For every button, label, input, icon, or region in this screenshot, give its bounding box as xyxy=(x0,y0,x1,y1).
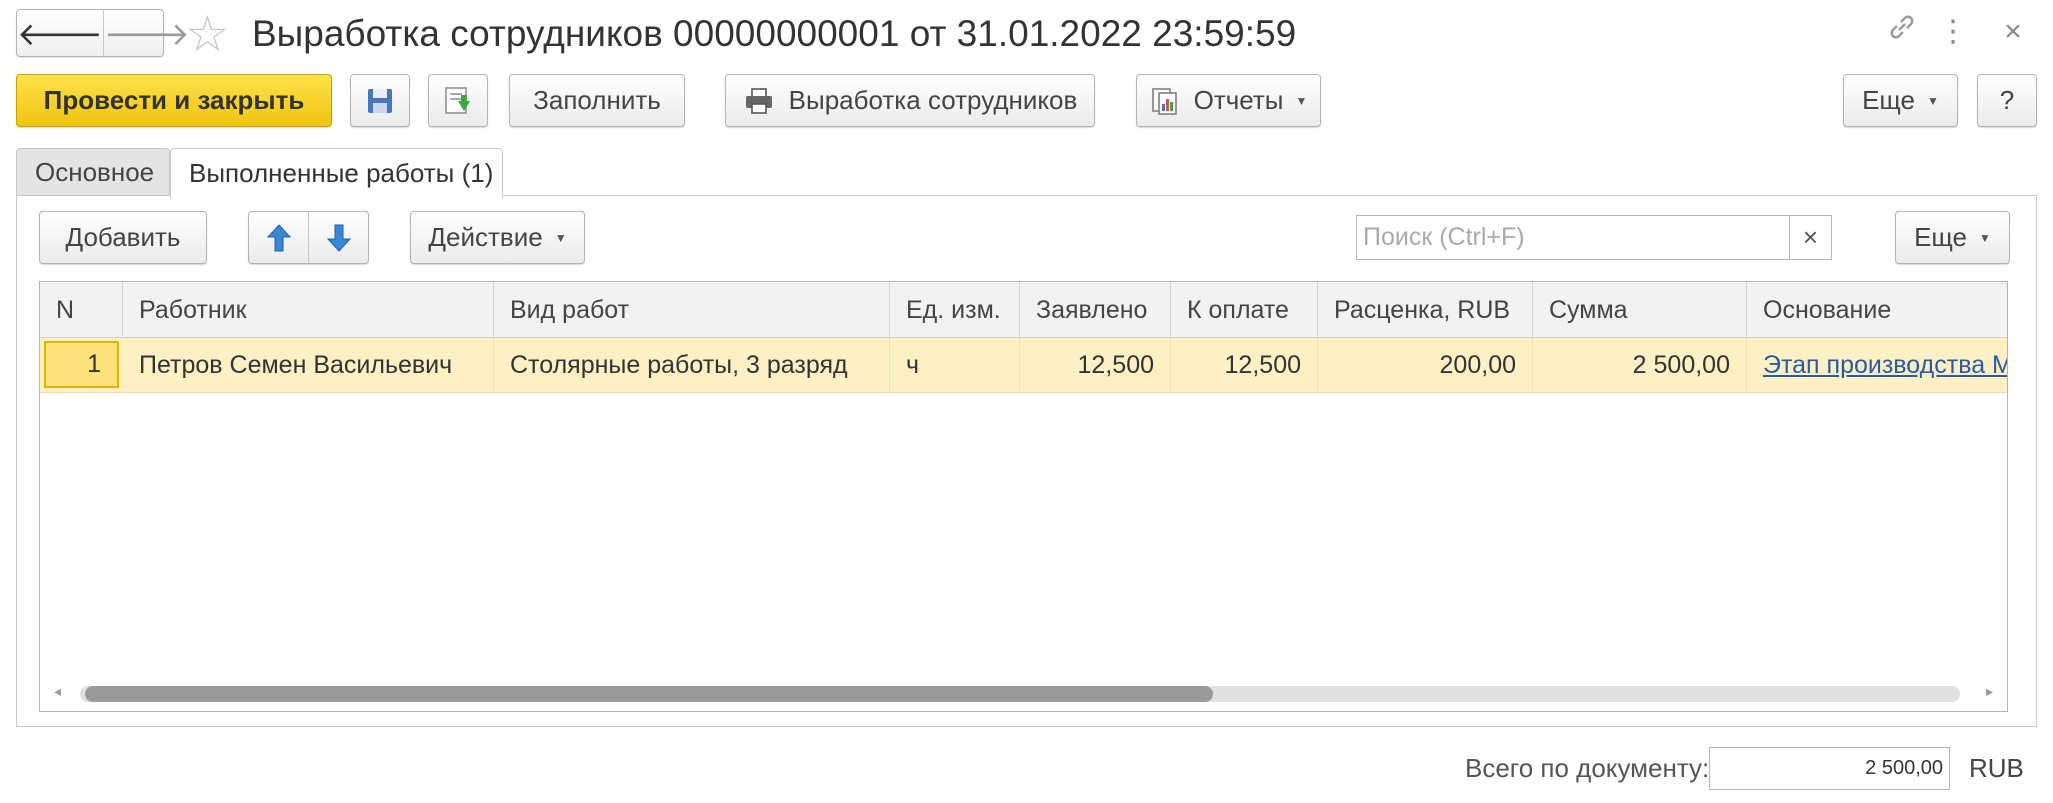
reports-label: Отчеты xyxy=(1193,85,1284,115)
scroll-thumb[interactable] xyxy=(85,686,1213,702)
window-title: Выработка сотрудников 00000000001 от 31.… xyxy=(252,13,1297,54)
tab-completed-works[interactable]: Выполненные работы (1) xyxy=(170,148,503,198)
arrow-down-icon xyxy=(326,224,351,252)
table-row[interactable]: 1 Петров Семен Васильевич Столярные рабо… xyxy=(40,338,2007,393)
more-actions-icon[interactable]: ⋮ xyxy=(1933,12,1973,52)
print-employees-output-button[interactable]: Выработка сотрудников xyxy=(725,74,1095,127)
fill-button[interactable]: Заполнить xyxy=(509,74,685,127)
dropdown-arrow-icon: ▼ xyxy=(554,230,567,245)
print-employees-output-label: Выработка сотрудников xyxy=(788,85,1078,115)
printer-icon xyxy=(743,86,775,116)
cell-to-pay[interactable]: 12,500 xyxy=(1171,338,1318,393)
table-more-button[interactable]: Еще ▼ xyxy=(1895,211,2010,264)
cell-work-type[interactable]: Столярные работы, 3 разряд xyxy=(494,338,890,393)
cell-unit[interactable]: ч xyxy=(890,338,1020,393)
dropdown-arrow-icon: ▼ xyxy=(1295,93,1308,108)
scroll-right-icon[interactable]: ▸ xyxy=(1986,683,1993,700)
arrow-left-icon: 🡐 xyxy=(17,15,103,52)
tab-main[interactable]: Основное xyxy=(16,148,170,196)
reports-icon xyxy=(1150,86,1180,116)
post-button[interactable] xyxy=(428,74,488,127)
table-header: N Работник Вид работ Ед. изм. Заявлено К… xyxy=(40,282,2007,338)
cell-declared[interactable]: 12,500 xyxy=(1020,338,1171,393)
column-header-declared[interactable]: Заявлено xyxy=(1020,282,1171,338)
arrow-up-icon xyxy=(266,223,291,251)
more-label: Еще xyxy=(1862,85,1915,115)
cell-employee[interactable]: Петров Семен Васильевич xyxy=(123,338,494,393)
history-nav: 🡐 🡒 xyxy=(16,9,190,57)
help-button[interactable]: ? xyxy=(1977,74,2037,127)
column-header-employee[interactable]: Работник xyxy=(123,282,494,338)
column-header-rate[interactable]: Расценка, RUB xyxy=(1318,282,1533,338)
link-icon[interactable] xyxy=(1882,12,1922,52)
post-document-icon xyxy=(445,86,470,114)
add-row-button[interactable]: Добавить xyxy=(39,211,207,264)
add-row-label: Добавить xyxy=(65,222,181,252)
help-label: ? xyxy=(1999,85,2015,115)
move-buttons-group xyxy=(248,211,369,264)
document-total-label: Всего по документу: xyxy=(1465,753,1710,783)
cell-basis-link[interactable]: Этап производства М xyxy=(1747,338,2007,393)
save-button[interactable] xyxy=(350,74,410,127)
column-header-n[interactable]: N xyxy=(40,282,123,338)
search-input[interactable] xyxy=(1357,216,1789,259)
clear-search-icon[interactable]: × xyxy=(1789,216,1831,259)
post-and-close-label: Провести и закрыть xyxy=(43,85,305,115)
document-total-value: 2 500,00 xyxy=(1709,747,1950,790)
horizontal-scrollbar[interactable]: ◂ ▸ xyxy=(40,677,2007,711)
floppy-disk-icon xyxy=(368,88,392,113)
column-header-sum[interactable]: Сумма xyxy=(1533,282,1747,338)
column-header-to-pay[interactable]: К оплате xyxy=(1171,282,1318,338)
dropdown-arrow-icon: ▼ xyxy=(1979,230,1991,245)
tab-completed-works-label: Выполненные работы (1) xyxy=(189,158,494,188)
completed-works-table: N Работник Вид работ Ед. изм. Заявлено К… xyxy=(39,281,2008,712)
move-up-button[interactable] xyxy=(249,212,308,263)
cell-sum[interactable]: 2 500,00 xyxy=(1533,338,1747,393)
column-header-unit[interactable]: Ед. изм. xyxy=(890,282,1020,338)
column-header-basis[interactable]: Основание xyxy=(1747,282,2007,338)
column-header-work-type[interactable]: Вид работ xyxy=(494,282,890,338)
arrow-right-icon: 🡒 xyxy=(103,15,190,52)
scroll-left-icon[interactable]: ◂ xyxy=(54,683,61,700)
fill-label: Заполнить xyxy=(533,85,661,115)
reports-button[interactable]: Отчеты ▼ xyxy=(1136,74,1321,127)
forward-button[interactable]: 🡒 xyxy=(102,10,190,56)
post-and-close-button[interactable]: Провести и закрыть xyxy=(16,74,332,127)
document-total-currency: RUB xyxy=(1969,753,2024,783)
favorite-star-icon[interactable]: ☆ xyxy=(185,6,230,62)
cell-n[interactable]: 1 xyxy=(44,341,119,388)
search-box: × xyxy=(1356,215,1832,260)
more-button[interactable]: Еще ▼ xyxy=(1843,74,1958,127)
tab-main-label: Основное xyxy=(35,157,155,187)
dropdown-arrow-icon: ▼ xyxy=(1927,93,1939,108)
close-icon[interactable]: × xyxy=(1993,12,2033,52)
table-more-label: Еще xyxy=(1914,222,1967,252)
action-label: Действие xyxy=(428,222,543,252)
cell-rate[interactable]: 200,00 xyxy=(1318,338,1533,393)
move-down-button[interactable] xyxy=(308,212,368,263)
back-button[interactable]: 🡐 xyxy=(17,10,103,56)
link-chain-svg xyxy=(1890,15,1914,39)
action-button[interactable]: Действие ▼ xyxy=(410,211,585,264)
